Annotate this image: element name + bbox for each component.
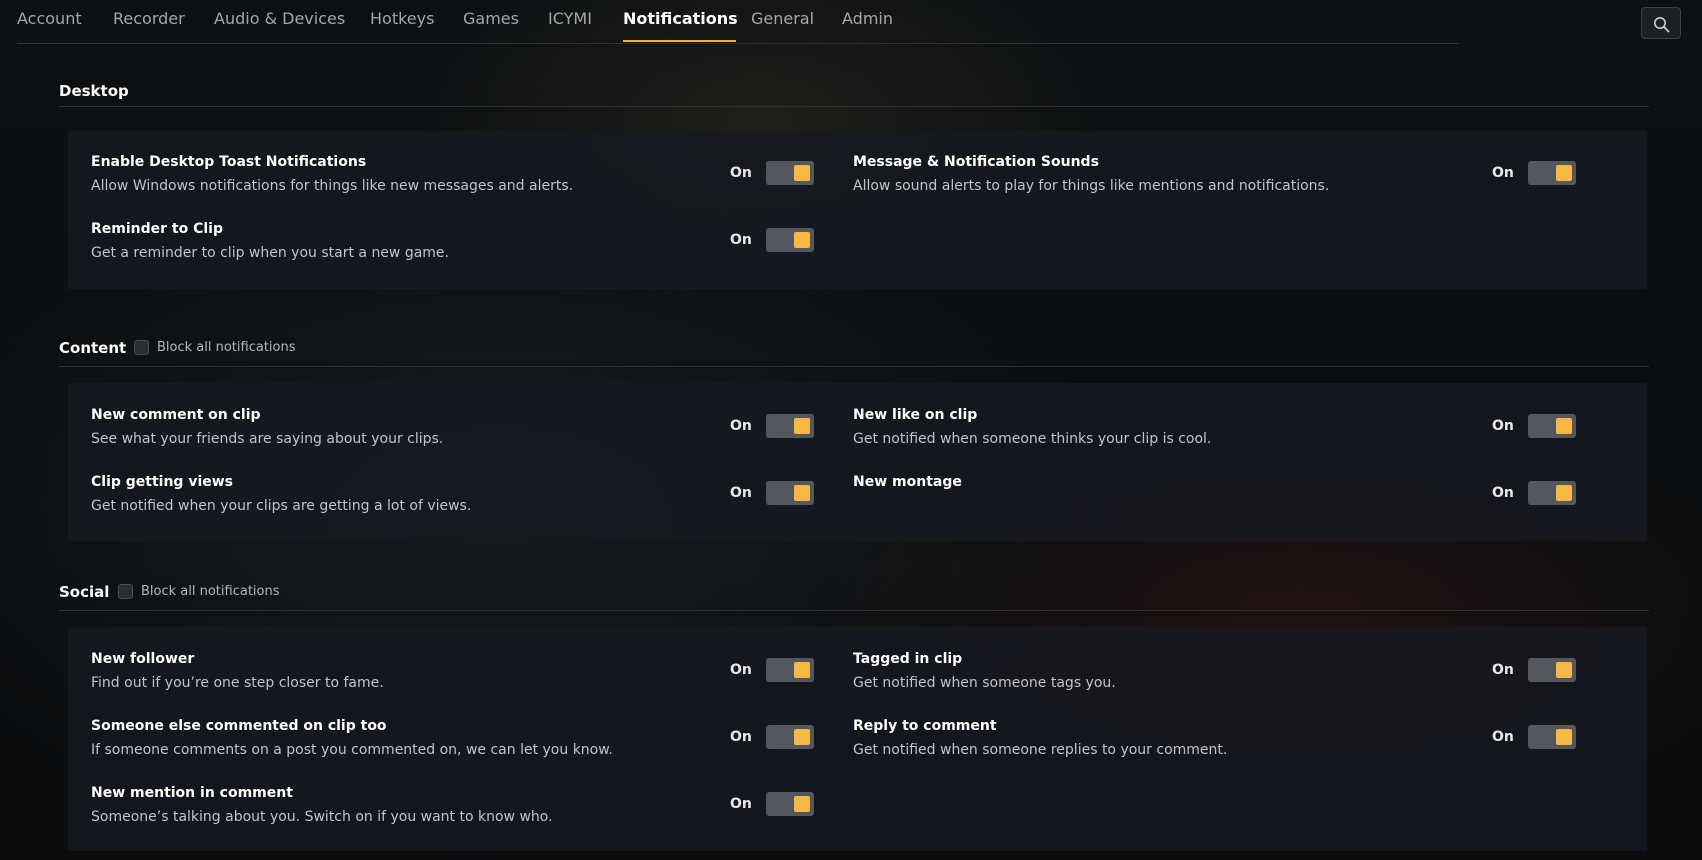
setting-description: Someone’s talking about you. Switch on i…: [91, 809, 553, 825]
setting-description: See what your friends are saying about y…: [91, 431, 444, 447]
social-block-all[interactable]: Block all notifications: [118, 584, 280, 599]
toggle-state-label: On: [730, 165, 752, 181]
toggle-state-label: On: [730, 729, 752, 745]
content-settings-panel: New comment on clip See what your friend…: [68, 383, 1647, 541]
desktop-section-header: Desktop: [59, 82, 1649, 107]
tab-general[interactable]: General: [751, 9, 814, 28]
setting-title: Tagged in clip: [853, 651, 963, 667]
setting-title: Reminder to Clip: [91, 221, 224, 237]
setting-new-follower: New follower Find out if you’re one step…: [68, 651, 814, 711]
toggle-switch[interactable]: [766, 161, 814, 185]
setting-description: Get a reminder to clip when you start a …: [91, 245, 449, 261]
toggle-switch[interactable]: [766, 481, 814, 505]
setting-title: Clip getting views: [91, 474, 234, 490]
setting-description: Get notified when someone thinks your cl…: [853, 431, 1212, 447]
toggle-switch[interactable]: [766, 228, 814, 252]
toggle-state-label: On: [1492, 418, 1514, 434]
tab-icymi[interactable]: ICYMI: [548, 9, 592, 28]
setting-someone-else-commented: Someone else commented on clip too If so…: [68, 718, 814, 778]
setting-title: Enable Desktop Toast Notifications: [91, 154, 367, 170]
setting-description: Allow Windows notifications for things l…: [91, 178, 574, 194]
setting-reminder-to-clip: Reminder to Clip Get a reminder to clip …: [68, 221, 814, 281]
toggle-knob: [794, 165, 810, 181]
block-all-checkbox[interactable]: [134, 340, 149, 355]
social-settings-panel: New follower Find out if you’re one step…: [68, 627, 1647, 851]
toggle-state-label: On: [1492, 485, 1514, 501]
tab-notifications[interactable]: Notifications: [623, 9, 738, 28]
toggle-knob: [1556, 485, 1572, 501]
setting-title: Someone else commented on clip too: [91, 718, 387, 734]
toggle-state-label: On: [1492, 165, 1514, 181]
toggle-state-label: On: [730, 485, 752, 501]
toggle-switch[interactable]: [1528, 481, 1576, 505]
setting-new-mention: New mention in comment Someone’s talking…: [68, 785, 814, 845]
toggle-knob: [794, 729, 810, 745]
content-block-all[interactable]: Block all notifications: [134, 340, 296, 355]
toggle-switch[interactable]: [1528, 658, 1576, 682]
setting-description: Allow sound alerts to play for things li…: [853, 178, 1330, 194]
setting-description: Get notified when your clips are getting…: [91, 498, 472, 514]
setting-title: New mention in comment: [91, 785, 293, 801]
toggle-state-label: On: [730, 232, 752, 248]
toggle-knob: [794, 662, 810, 678]
block-all-checkbox[interactable]: [118, 584, 133, 599]
toggle-knob: [1556, 165, 1572, 181]
toggle-knob: [794, 232, 810, 248]
section-title: Content: [59, 339, 127, 357]
setting-reply-to-comment: Reply to comment Get notified when someo…: [830, 718, 1576, 778]
toggle-state-label: On: [730, 662, 752, 678]
setting-clip-views: Clip getting views Get notified when you…: [68, 474, 814, 534]
setting-description: If someone comments on a post you commen…: [91, 742, 613, 758]
toggle-knob: [1556, 418, 1572, 434]
content-section-header: Content Block all notifications: [59, 339, 1649, 367]
toggle-state-label: On: [730, 796, 752, 812]
tab-hotkeys[interactable]: Hotkeys: [370, 9, 434, 28]
active-tab-indicator: [623, 40, 736, 42]
setting-notification-sounds: Message & Notification Sounds Allow soun…: [830, 154, 1576, 214]
toggle-switch[interactable]: [766, 658, 814, 682]
tab-games[interactable]: Games: [463, 9, 519, 28]
toggle-state-label: On: [1492, 729, 1514, 745]
toggle-knob: [1556, 662, 1572, 678]
toggle-knob: [794, 485, 810, 501]
search-button[interactable]: [1641, 7, 1681, 39]
block-all-label: Block all notifications: [157, 340, 296, 355]
social-section-header: Social Block all notifications: [59, 583, 1649, 611]
tab-admin[interactable]: Admin: [842, 9, 893, 28]
setting-desktop-toast: Enable Desktop Toast Notifications Allow…: [68, 154, 814, 214]
toggle-knob: [794, 418, 810, 434]
setting-title: Message & Notification Sounds: [853, 154, 1099, 170]
setting-title: Reply to comment: [853, 718, 997, 734]
setting-new-comment: New comment on clip See what your friend…: [68, 407, 814, 467]
toggle-switch[interactable]: [1528, 161, 1576, 185]
setting-title: New follower: [91, 651, 195, 667]
setting-title: New montage: [853, 474, 962, 490]
toggle-switch[interactable]: [766, 725, 814, 749]
toggle-switch[interactable]: [1528, 414, 1576, 438]
setting-title: New comment on clip: [91, 407, 261, 423]
setting-new-montage: New montage On: [830, 474, 1576, 534]
toggle-state-label: On: [730, 418, 752, 434]
block-all-label: Block all notifications: [141, 584, 280, 599]
toggle-knob: [1556, 729, 1572, 745]
tab-account[interactable]: Account: [17, 9, 82, 28]
toggle-switch[interactable]: [766, 792, 814, 816]
toggle-switch[interactable]: [1528, 725, 1576, 749]
section-title: Desktop: [59, 82, 129, 100]
toggle-knob: [794, 796, 810, 812]
setting-tagged-in-clip: Tagged in clip Get notified when someone…: [830, 651, 1576, 711]
desktop-settings-panel: Enable Desktop Toast Notifications Allow…: [68, 131, 1647, 289]
setting-description: Get notified when someone tags you.: [853, 675, 1116, 691]
settings-tab-bar: Account Recorder Audio & Devices Hotkeys…: [17, 0, 1459, 44]
tab-audio-devices[interactable]: Audio & Devices: [214, 9, 345, 28]
toggle-switch[interactable]: [766, 414, 814, 438]
setting-title: New like on clip: [853, 407, 978, 423]
setting-new-like: New like on clip Get notified when someo…: [830, 407, 1576, 467]
tab-recorder[interactable]: Recorder: [113, 9, 185, 28]
setting-description: Get notified when someone replies to you…: [853, 742, 1228, 758]
section-title: Social: [59, 583, 110, 601]
setting-description: Find out if you’re one step closer to fa…: [91, 675, 384, 691]
toggle-state-label: On: [1492, 662, 1514, 678]
